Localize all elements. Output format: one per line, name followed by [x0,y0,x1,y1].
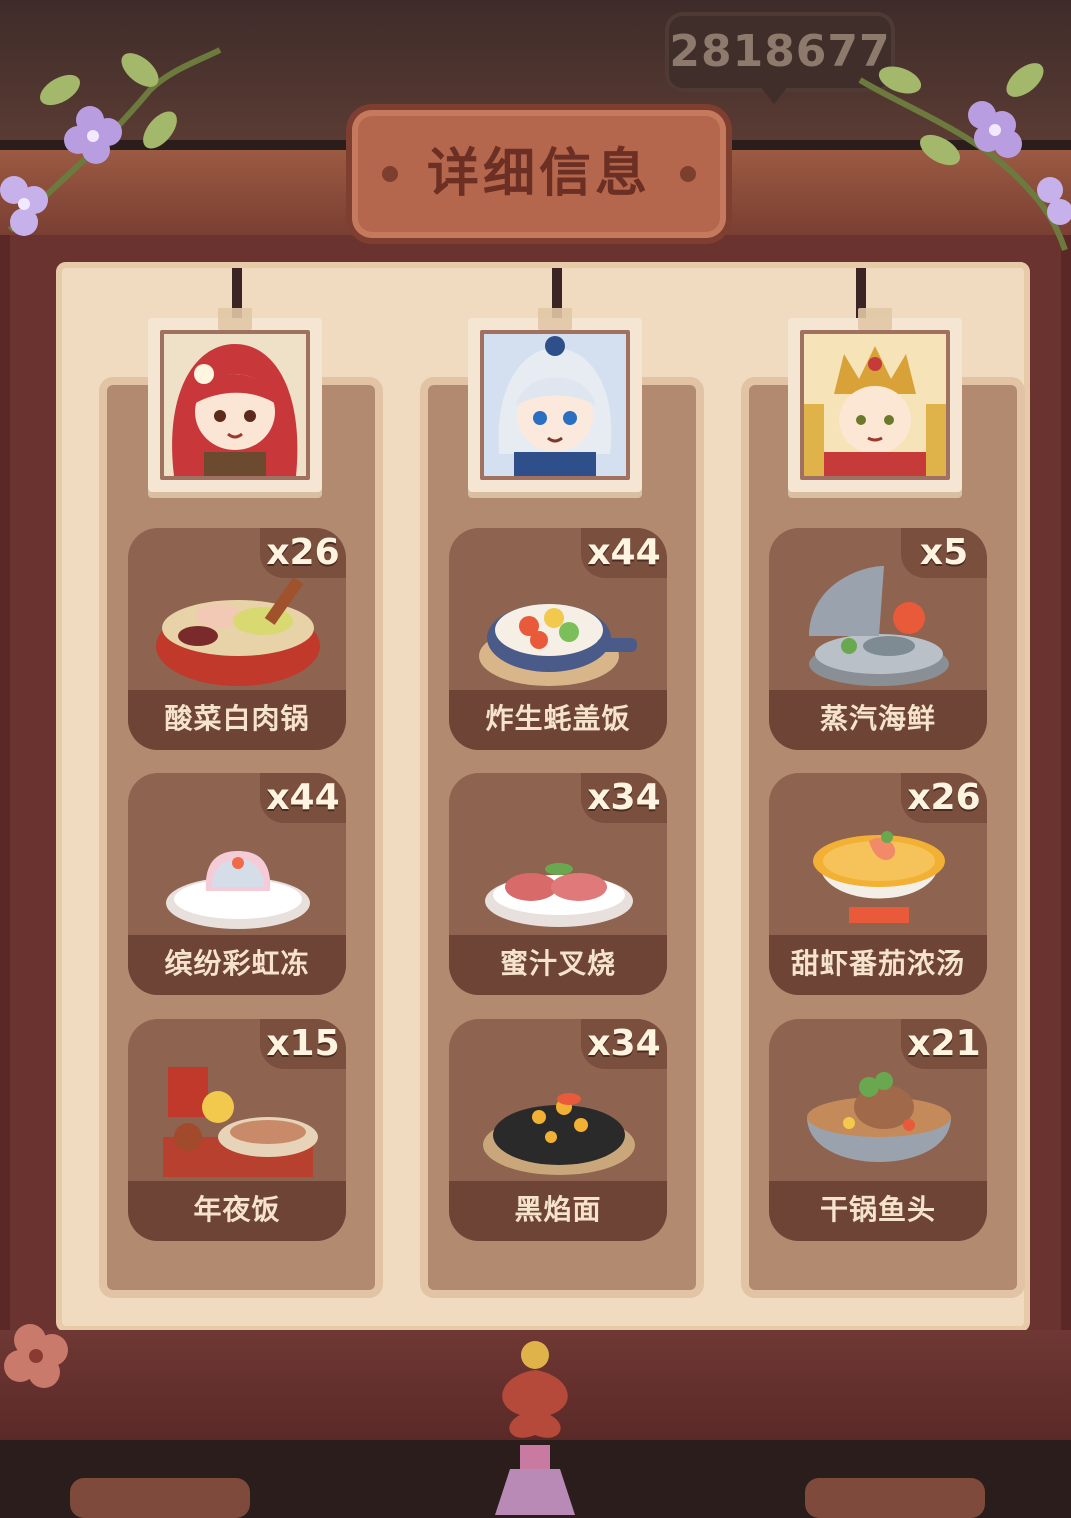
dish-name: 年夜饭 [128,1181,346,1241]
character-portrait-3[interactable] [788,308,962,492]
tape [218,308,252,330]
bottom-nav-item-2[interactable] [805,1478,985,1518]
silver-haired-boy-portrait-icon [480,330,630,480]
dish-count-badge: x26 [260,528,346,578]
dish-card[interactable]: x26 甜虾番茄浓汤 [769,773,987,995]
dish-name: 黑焰面 [449,1181,667,1241]
dish-name: 酸菜白肉锅 [128,690,346,750]
dish-name: 炸生蚝盖饭 [449,690,667,750]
dish-count-badge: x5 [901,528,987,578]
dish-count-badge: x15 [260,1019,346,1069]
dish-name: 蒸汽海鲜 [769,690,987,750]
tape [538,308,572,330]
dish-card[interactable]: x21 干锅鱼头 [769,1019,987,1241]
crowned-deity-portrait-icon [800,330,950,480]
currency-counter-tail [760,86,788,104]
dish-count-badge: x21 [901,1019,987,1069]
character-portrait-1[interactable] [148,308,322,492]
page-title: 详细信息 [426,144,651,204]
character-portrait-2[interactable] [468,308,642,492]
dish-card[interactable]: x44 炸生蚝盖饭 [449,528,667,750]
flower-vine-left-icon [0,47,222,236]
peach-blossom-icon [4,1324,68,1388]
title-plate: 详细信息 [352,110,726,238]
dish-count-badge: x34 [581,773,667,823]
dish-name: 干锅鱼头 [769,1181,987,1241]
dish-name: 甜虾番茄浓汤 [769,935,987,995]
dish-count-badge: x44 [581,528,667,578]
dish-count-badge: x26 [901,773,987,823]
dish-count-badge: x34 [581,1019,667,1069]
red-haired-girl-portrait-icon [160,330,310,480]
dish-name: 缤纷彩虹冻 [128,935,346,995]
dish-card[interactable]: x15 年夜饭 [128,1019,346,1241]
dish-card[interactable]: x5 蒸汽海鲜 [769,528,987,750]
dish-card[interactable]: x34 蜜汁叉烧 [449,773,667,995]
chinese-knot-icon [495,1341,575,1515]
flower-vine-right-icon [858,63,1071,251]
bottom-nav-item-1[interactable] [70,1478,250,1518]
dish-card[interactable]: x34 黑焰面 [449,1019,667,1241]
dish-count-badge: x44 [260,773,346,823]
dish-name: 蜜汁叉烧 [449,935,667,995]
dish-card[interactable]: x26 酸菜白肉锅 [128,528,346,750]
tape [858,308,892,330]
dish-card[interactable]: x44 缤纷彩虹冻 [128,773,346,995]
